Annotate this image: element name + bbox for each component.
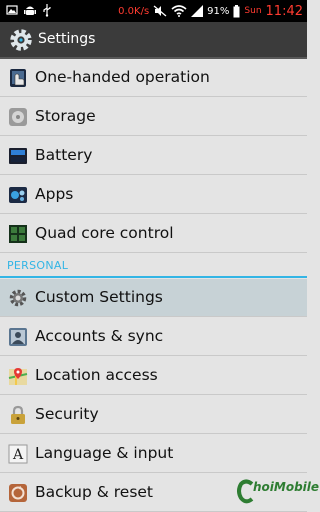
watermark-brand: hoiMobile xyxy=(253,480,320,494)
location-icon xyxy=(8,368,28,385)
image-icon xyxy=(6,5,18,15)
settings-item-one-handed[interactable]: One-handed operation xyxy=(0,59,307,97)
settings-item-label: One-handed operation xyxy=(35,68,210,86)
settings-item-label: Security xyxy=(35,405,99,423)
action-bar: Settings xyxy=(0,22,307,59)
backup-icon xyxy=(9,484,27,502)
battery-setting-icon xyxy=(9,148,27,164)
signal-icon xyxy=(191,5,204,17)
settings-item-label: Backup & reset xyxy=(35,483,154,501)
account-icon xyxy=(9,328,27,346)
usb-icon xyxy=(43,4,51,17)
settings-item-security[interactable]: Security xyxy=(0,396,307,434)
settings-item-battery[interactable]: Battery xyxy=(0,137,307,175)
settings-item-quad-core[interactable]: Quad core control xyxy=(0,215,307,253)
section-header-label: PERSONAL xyxy=(7,259,69,272)
clock: 11:42 xyxy=(265,3,303,19)
settings-item-language[interactable]: A Language & input xyxy=(0,435,307,473)
settings-item-label: Storage xyxy=(35,107,96,125)
settings-item-accounts[interactable]: Accounts & sync xyxy=(0,318,307,356)
chip-icon xyxy=(9,225,27,243)
watermark-logo: hoiMobile xyxy=(237,478,319,508)
section-header-personal: PERSONAL xyxy=(0,256,307,278)
settings-item-custom-settings[interactable]: Custom Settings xyxy=(0,279,307,317)
one-hand-icon xyxy=(10,69,26,87)
settings-item-label: Custom Settings xyxy=(35,288,163,306)
settings-item-label: Battery xyxy=(35,146,93,164)
settings-item-label: Quad core control xyxy=(35,224,174,242)
lock-icon xyxy=(11,405,25,424)
android-icon xyxy=(24,6,36,15)
apps-icon xyxy=(9,187,27,203)
battery-percent: 91% xyxy=(207,5,230,17)
settings-item-location[interactable]: Location access xyxy=(0,357,307,395)
language-icon: A xyxy=(8,444,28,464)
settings-item-label: Location access xyxy=(35,366,158,384)
status-left xyxy=(6,3,52,17)
day-label: Sun xyxy=(244,6,262,16)
storage-icon xyxy=(9,108,27,126)
settings-item-label: Apps xyxy=(35,185,74,203)
wifi-icon xyxy=(171,5,187,17)
svg-text:A: A xyxy=(12,447,24,463)
status-bar: 0.0K/s 91% Sun 11:42 xyxy=(0,0,307,22)
status-right: 0.0K/s 91% Sun 11:42 xyxy=(118,2,303,20)
page-title: Settings xyxy=(38,31,96,47)
network-speed: 0.0K/s xyxy=(118,5,150,17)
settings-gear-icon[interactable] xyxy=(8,27,34,53)
battery-icon xyxy=(233,4,240,17)
settings-item-storage[interactable]: Storage xyxy=(0,98,307,136)
gear-icon xyxy=(9,289,27,307)
settings-item-label: Accounts & sync xyxy=(35,327,164,345)
settings-item-apps[interactable]: Apps xyxy=(0,176,307,214)
mute-icon xyxy=(153,5,167,17)
settings-item-label: Language & input xyxy=(35,444,174,462)
